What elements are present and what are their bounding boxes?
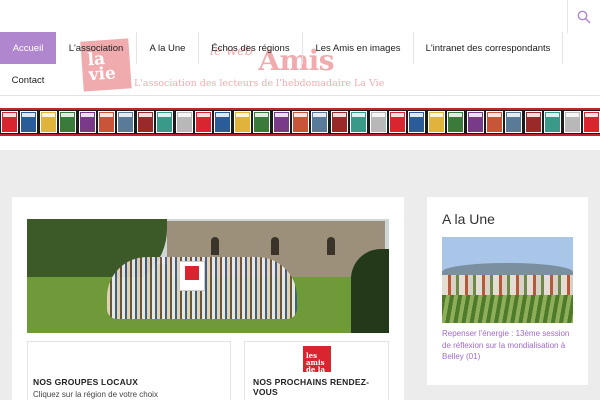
magazine-cover (369, 111, 387, 133)
local-groups-subtitle: Cliquez sur la région de votre choix (33, 390, 158, 399)
magazine-cover (466, 111, 484, 133)
magazine-cover (156, 111, 174, 133)
magazine-cover (311, 111, 329, 133)
magazine-cover (195, 111, 212, 133)
sidebar-a-la-une: A la Une Repenser l'énergie : 13ème sess… (427, 197, 588, 385)
amis-la-vie-logo: les amis de la vie (303, 346, 331, 380)
magazine-cover (59, 111, 77, 133)
nav-label: Contact (11, 74, 45, 86)
magazine-cover (117, 111, 135, 133)
local-groups-title: NOS GROUPES LOCAUX (33, 377, 139, 387)
group-photo[interactable] (27, 219, 389, 333)
magazine-cover (389, 111, 406, 133)
local-groups-box[interactable]: NOS GROUPES LOCAUX Cliquez sur la région… (27, 341, 231, 400)
photo-sign (179, 261, 205, 291)
magazine-cover (505, 111, 523, 133)
photo-window (211, 237, 219, 255)
magazine-cover (39, 111, 57, 133)
magazine-cover (427, 111, 445, 133)
magazine-cover (447, 111, 465, 133)
article-thumbnail[interactable] (442, 237, 573, 323)
magazine-cover (136, 111, 154, 133)
upcoming-events-box[interactable]: les amis de la vie NOS PROCHAINS RENDEZ-V… (244, 341, 389, 400)
magazine-cover (292, 111, 309, 133)
nav-label: Échos des régions (211, 42, 290, 54)
nav-item-contact[interactable]: Contact (0, 64, 56, 96)
magazine-cover (524, 111, 542, 133)
magazine-cover (20, 111, 38, 133)
nav-item-association[interactable]: L'association (56, 32, 137, 64)
nav-label: L'intranet des correspondants (425, 42, 551, 54)
nav-label: L'association (68, 42, 124, 54)
thumb-vines (442, 295, 573, 323)
nav-item-echos-regions[interactable]: Échos des régions (199, 32, 303, 64)
magazine-cover (253, 111, 271, 133)
nav-label: A la Une (149, 42, 186, 54)
main-nav: Accueil L'association A la Une Échos des… (0, 32, 600, 96)
nav-item-amis-images[interactable]: Les Amis en images (303, 32, 414, 64)
nav-label: Les Amis en images (315, 42, 401, 54)
article-link[interactable]: Repenser l'énergie : 13ème session de ré… (442, 328, 578, 363)
magazine-cover (98, 111, 115, 133)
search-icon (577, 10, 591, 24)
photo-window (327, 237, 335, 255)
magazine-cover (583, 111, 600, 133)
magazine-cover (544, 111, 562, 133)
magazine-covers-strip (0, 108, 600, 136)
magazine-cover (1, 111, 18, 133)
upcoming-events-title: NOS PROCHAINS RENDEZ-VOUS (253, 377, 370, 397)
magazine-cover (214, 111, 232, 133)
magazine-cover (233, 111, 251, 133)
photo-tree-right (351, 249, 389, 333)
nav-item-a-la-une[interactable]: A la Une (137, 32, 199, 64)
magazine-cover (330, 111, 348, 133)
magazine-cover (78, 111, 96, 133)
nav-item-accueil[interactable]: Accueil (0, 32, 56, 64)
site-header: la vie le web Amis L'association des lec… (0, 0, 600, 150)
magazine-cover (563, 111, 581, 133)
photo-window (271, 237, 279, 255)
magazine-cover (175, 111, 193, 133)
magazine-cover (350, 111, 368, 133)
thumb-town (442, 275, 573, 297)
magazine-cover (408, 111, 426, 133)
nav-label: Accueil (12, 42, 44, 54)
magazine-cover (486, 111, 503, 133)
search-button[interactable] (567, 0, 600, 33)
magazine-cover (272, 111, 290, 133)
sidebar-title: A la Une (442, 211, 495, 227)
main-content-card: NOS GROUPES LOCAUX Cliquez sur la région… (12, 197, 404, 400)
nav-item-intranet[interactable]: L'intranet des correspondants (414, 32, 563, 64)
